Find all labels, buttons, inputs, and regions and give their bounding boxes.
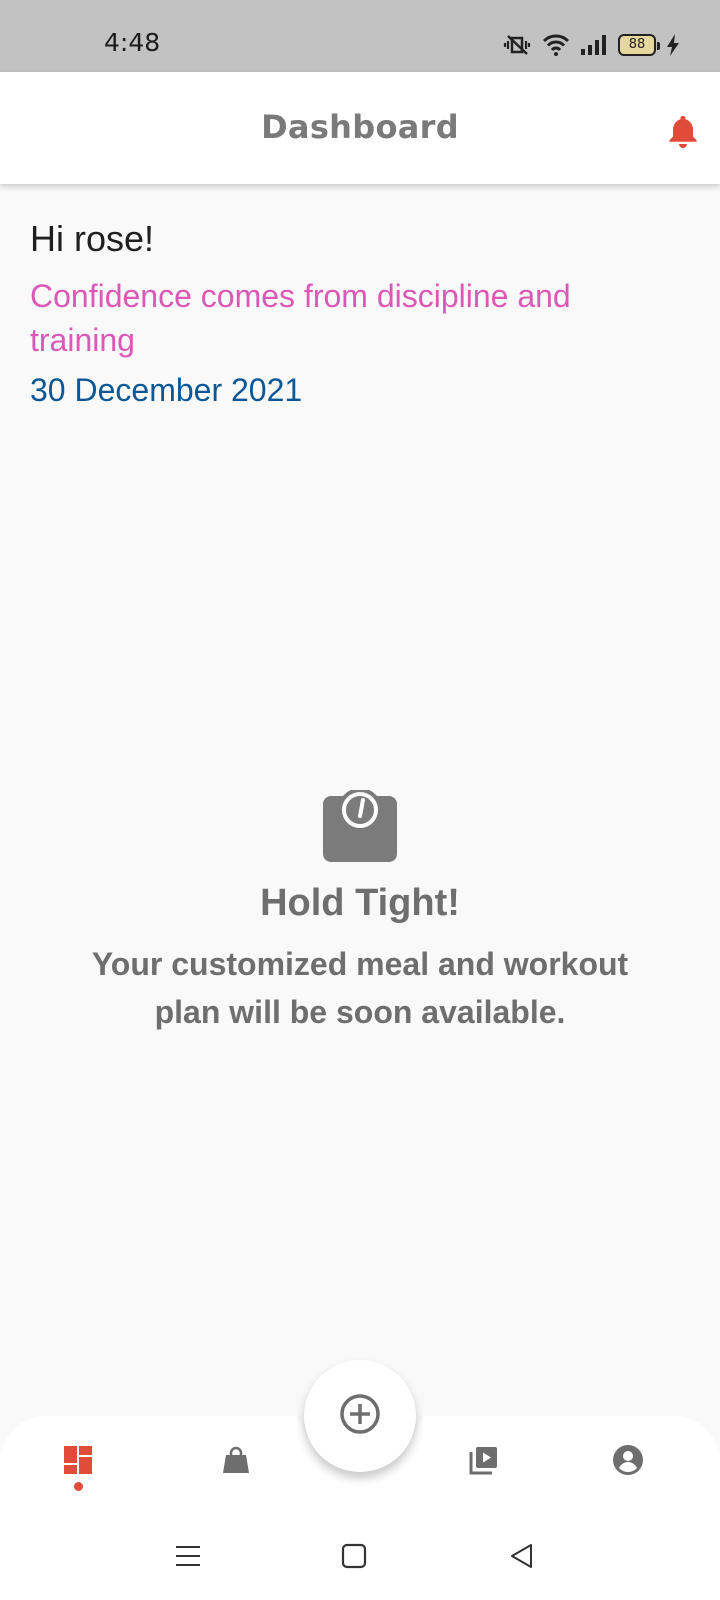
nav-item-profile[interactable] bbox=[606, 1440, 650, 1484]
shopping-bag-icon bbox=[221, 1445, 251, 1479]
charging-icon bbox=[666, 33, 680, 57]
video-library-icon bbox=[468, 1444, 500, 1480]
status-time: 4:48 bbox=[104, 28, 161, 57]
status-icons: 88 bbox=[502, 30, 680, 60]
back-button[interactable] bbox=[506, 1542, 538, 1574]
wifi-icon bbox=[542, 33, 570, 57]
home-icon bbox=[341, 1543, 367, 1573]
empty-state-title: Hold Tight! bbox=[260, 882, 460, 924]
nav-item-videos[interactable] bbox=[462, 1440, 506, 1484]
dashboard-icon bbox=[62, 1444, 94, 1480]
status-bar: 4:48 88 bbox=[0, 0, 720, 72]
vibrate-icon bbox=[502, 33, 532, 57]
motivational-quote: Confidence comes from discipline and tra… bbox=[30, 278, 571, 358]
scale-icon bbox=[323, 788, 397, 868]
battery-icon: 88 bbox=[618, 34, 660, 56]
menu-button[interactable] bbox=[172, 1542, 204, 1574]
back-icon bbox=[509, 1543, 535, 1573]
profile-icon bbox=[612, 1444, 644, 1480]
nav-item-dashboard[interactable] bbox=[56, 1440, 100, 1484]
home-button[interactable] bbox=[338, 1542, 370, 1574]
current-date: 30 December 2021 bbox=[30, 372, 303, 408]
nav-item-shop[interactable] bbox=[214, 1440, 258, 1484]
signal-icon bbox=[580, 33, 608, 57]
greeting-text: Hi rose! bbox=[30, 218, 155, 259]
empty-state-message: Your customized meal and workout plan wi… bbox=[91, 946, 629, 1030]
menu-icon bbox=[175, 1543, 201, 1573]
active-indicator bbox=[74, 1482, 83, 1491]
bell-icon[interactable] bbox=[668, 114, 698, 152]
app-bar: Dashboard bbox=[0, 72, 720, 184]
add-circle-icon bbox=[339, 1393, 381, 1439]
add-button[interactable] bbox=[304, 1360, 416, 1472]
page-title: Dashboard bbox=[261, 108, 459, 146]
